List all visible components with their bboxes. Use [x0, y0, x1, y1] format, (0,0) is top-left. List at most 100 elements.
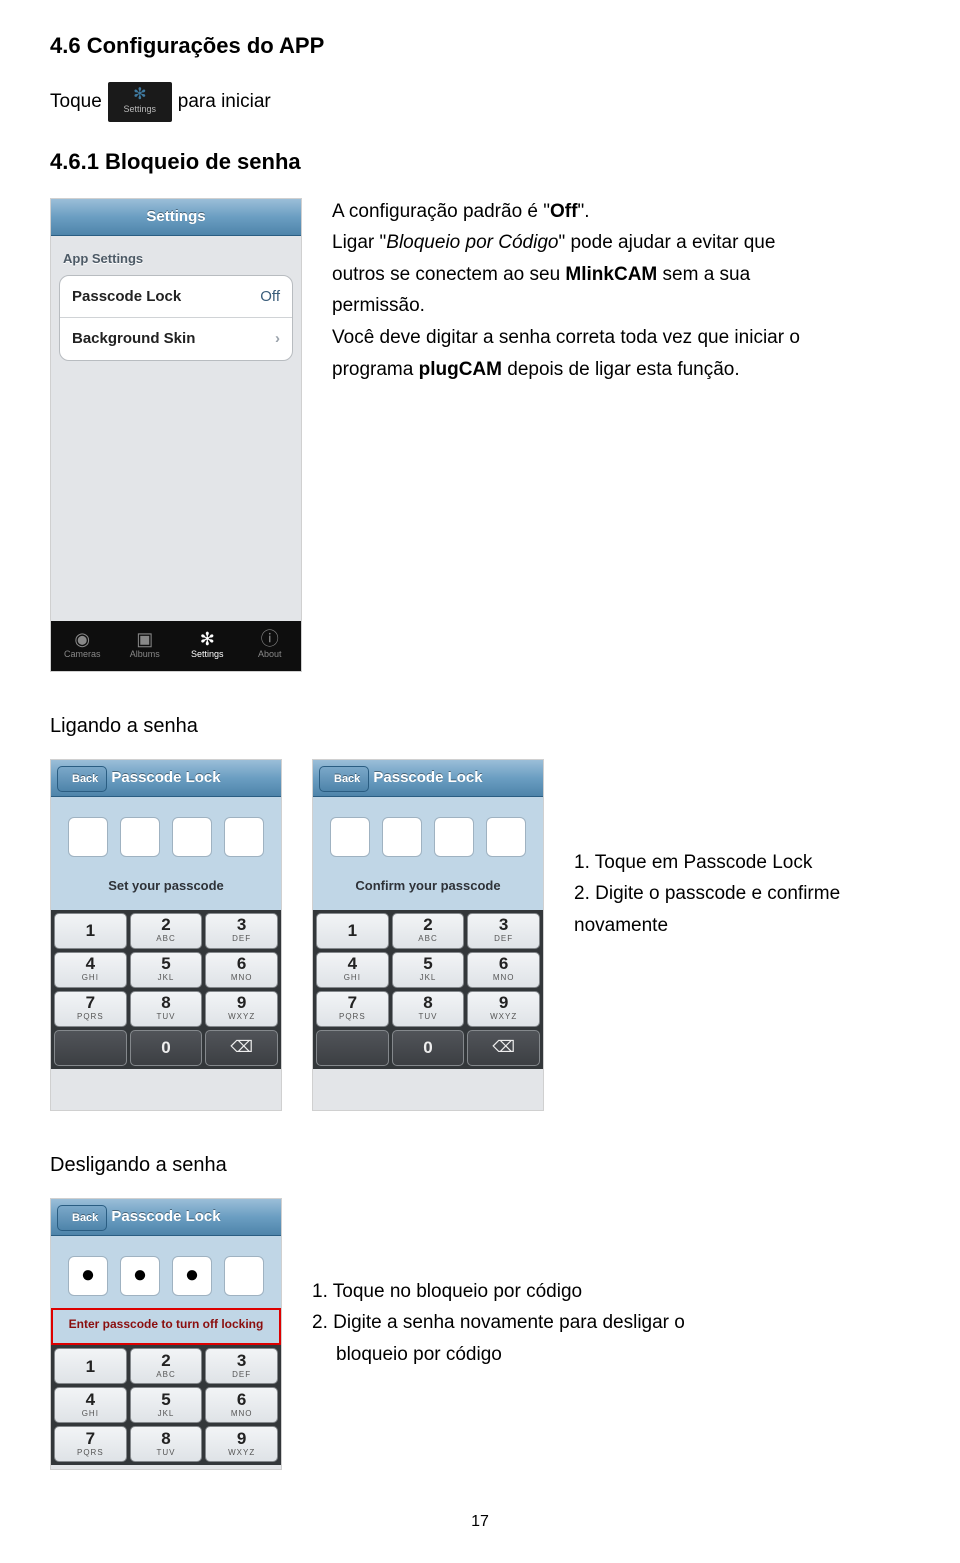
back-button[interactable]: Back: [319, 766, 369, 792]
key-8[interactable]: 8TUV: [130, 991, 203, 1027]
toque-before: Toque: [50, 88, 102, 116]
background-skin-row[interactable]: Background Skin ›: [60, 318, 292, 360]
key-7[interactable]: 7PQRS: [54, 991, 127, 1027]
toque-after: para iniciar: [178, 88, 271, 116]
key-2[interactable]: 2ABC: [130, 913, 203, 949]
key-backspace[interactable]: ⌫: [467, 1030, 540, 1066]
key-num: 4: [86, 955, 95, 972]
p4: permissão.: [332, 292, 910, 320]
key-9[interactable]: 9WXYZ: [205, 1426, 278, 1462]
key-num: 2: [423, 916, 432, 933]
key-num: 9: [237, 1430, 246, 1447]
passcode-box[interactable]: [120, 817, 160, 857]
key-0[interactable]: 0: [130, 1030, 203, 1066]
key-8[interactable]: 8TUV: [392, 991, 465, 1027]
key-3[interactable]: 3DEF: [467, 913, 540, 949]
step: 1. Toque em Passcode Lock: [574, 849, 910, 877]
key-letters: MNO: [231, 1408, 253, 1420]
key-3[interactable]: 3DEF: [205, 913, 278, 949]
passcode-box[interactable]: ●: [68, 1256, 108, 1296]
key-4[interactable]: 4GHI: [54, 952, 127, 988]
key-5[interactable]: 5JKL: [130, 952, 203, 988]
key-6[interactable]: 6MNO: [205, 1387, 278, 1423]
key-6[interactable]: 6MNO: [205, 952, 278, 988]
key-num: 4: [348, 955, 357, 972]
passcode-box[interactable]: [330, 817, 370, 857]
key-7[interactable]: 7PQRS: [54, 1426, 127, 1462]
key-num: 1: [86, 922, 95, 939]
key-9[interactable]: 9WXYZ: [205, 991, 278, 1027]
key-letters: DEF: [232, 1369, 251, 1381]
key-1[interactable]: 1: [316, 913, 389, 949]
step: 1. Toque no bloqueio por código: [312, 1278, 910, 1306]
passcode-box[interactable]: [382, 817, 422, 857]
titlebar-title: Passcode Lock: [373, 767, 482, 789]
backspace-icon: ⌫: [230, 1036, 253, 1059]
key-num: 2: [161, 1352, 170, 1369]
key-0[interactable]: 0: [392, 1030, 465, 1066]
keypad: 1 2ABC 3DEF 4GHI 5JKL 6MNO 7PQRS 8TUV 9W…: [313, 910, 543, 1069]
key-2[interactable]: 2ABC: [130, 1348, 203, 1384]
key-9[interactable]: 9WXYZ: [467, 991, 540, 1027]
tab-label: Albums: [130, 648, 160, 661]
step: 2. Digite o passcode e confirme: [574, 880, 910, 908]
passcode-instruction-highlighted: Enter passcode to turn off locking: [51, 1308, 281, 1345]
p1c: ".: [577, 201, 589, 222]
key-4[interactable]: 4GHI: [54, 1387, 127, 1423]
passcode-box[interactable]: [486, 817, 526, 857]
key-4[interactable]: 4GHI: [316, 952, 389, 988]
passcode-box[interactable]: [68, 817, 108, 857]
key-2[interactable]: 2ABC: [392, 913, 465, 949]
titlebar-title: Settings: [146, 206, 205, 228]
key-num: 8: [423, 994, 432, 1011]
steps-on: 1. Toque em Passcode Lock 2. Digite o pa…: [574, 759, 910, 944]
key-5[interactable]: 5JKL: [130, 1387, 203, 1423]
key-letters: TUV: [156, 1447, 175, 1459]
back-button[interactable]: Back: [57, 766, 107, 792]
passcode-box[interactable]: [172, 817, 212, 857]
passcode-box[interactable]: [434, 817, 474, 857]
key-backspace[interactable]: ⌫: [205, 1030, 278, 1066]
p2b: Bloqueio por Código: [386, 232, 558, 253]
back-button[interactable]: Back: [57, 1205, 107, 1231]
list-section-label: App Settings: [51, 236, 301, 275]
tabbar: ◉Cameras ▣Albums ✻Settings ⓘAbout: [51, 621, 301, 671]
key-letters: TUV: [418, 1011, 437, 1023]
key-letters: DEF: [494, 933, 513, 945]
key-letters: GHI: [82, 972, 99, 984]
tab-about[interactable]: ⓘAbout: [239, 621, 302, 671]
p1a: A configuração padrão é ": [332, 201, 550, 222]
page-number: 17: [50, 1510, 910, 1533]
ligando-heading: Ligando a senha: [50, 712, 910, 741]
key-num: 8: [161, 994, 170, 1011]
key-8[interactable]: 8TUV: [130, 1426, 203, 1462]
tab-albums[interactable]: ▣Albums: [114, 621, 177, 671]
step: novamente: [574, 912, 910, 940]
p3a: outros se conectem ao seu: [332, 264, 565, 285]
key-letters: DEF: [232, 933, 251, 945]
tab-cameras[interactable]: ◉Cameras: [51, 621, 114, 671]
key-letters: WXYZ: [490, 1011, 517, 1023]
key-empty: [54, 1030, 127, 1066]
key-1[interactable]: 1: [54, 1348, 127, 1384]
key-1[interactable]: 1: [54, 913, 127, 949]
key-num: 9: [499, 994, 508, 1011]
passcode-box[interactable]: ●: [120, 1256, 160, 1296]
key-letters: GHI: [82, 1408, 99, 1420]
key-7[interactable]: 7PQRS: [316, 991, 389, 1027]
key-3[interactable]: 3DEF: [205, 1348, 278, 1384]
passcode-box[interactable]: ●: [172, 1256, 212, 1296]
subsection-heading: 4.6.1 Bloqueio de senha: [50, 146, 910, 178]
key-letters: GHI: [344, 972, 361, 984]
passcode-box[interactable]: [224, 817, 264, 857]
key-5[interactable]: 5JKL: [392, 952, 465, 988]
passcode-box[interactable]: [224, 1256, 264, 1296]
passcode-lock-row[interactable]: Passcode Lock Off: [60, 276, 292, 319]
tab-settings[interactable]: ✻Settings: [176, 621, 239, 671]
row-label: Background Skin: [72, 328, 195, 350]
key-num: 3: [237, 1352, 246, 1369]
passcode-instruction: Set your passcode: [51, 871, 281, 910]
key-6[interactable]: 6MNO: [467, 952, 540, 988]
key-letters: JKL: [420, 972, 437, 984]
passcode-boxes: [51, 797, 281, 871]
